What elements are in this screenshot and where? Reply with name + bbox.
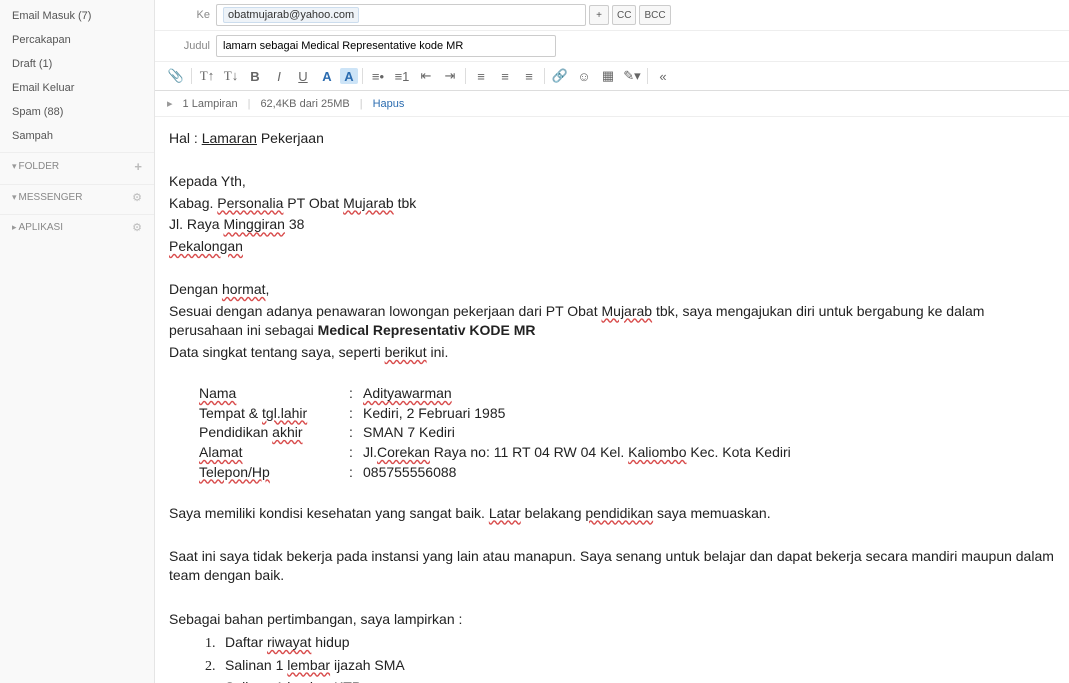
sidebar-inbox[interactable]: Email Masuk (7) [0,4,154,28]
link-icon[interactable]: 🔗 [549,66,571,86]
remove-attachment-link[interactable]: Hapus [373,98,405,110]
to-row: Ke obatmujarab@yahoo.com + CC BCC [155,0,1069,31]
sidebar-draft[interactable]: Draft (1) [0,52,154,76]
attachment-count[interactable]: 1 Lampiran [183,98,238,110]
subject-row: Judul [155,31,1069,62]
insert-icon[interactable]: ▦ [597,66,619,86]
subject-label: Judul [165,40,210,52]
emoji-icon[interactable]: ☺ [573,66,595,86]
format-toolbar: 📎 T↑ T↓ B I U A A ≡• ≡1 ⇤ ⇥ ≡ ≡ ≡ 🔗 ☺ ▦ … [155,62,1069,91]
sidebar: Email Masuk (7) Percakapan Draft (1) Ema… [0,0,155,683]
add-folder-icon[interactable]: + [134,159,142,174]
align-right-icon[interactable]: ≡ [518,66,540,86]
attach-icon[interactable]: 📎 [165,66,187,86]
chevron-down-icon: ▾ [12,161,17,171]
compose-pane: Ke obatmujarab@yahoo.com + CC BCC Judul … [155,0,1069,683]
add-recipient-button[interactable]: + [589,5,609,25]
bullet-list-icon[interactable]: ≡• [367,66,389,86]
section-folder[interactable]: ▾FOLDER + [0,152,154,180]
italic-icon[interactable]: I [268,66,290,86]
chevron-right-icon: ▸ [12,222,17,232]
number-list-icon[interactable]: ≡1 [391,66,413,86]
chevron-down-icon: ▾ [12,192,17,202]
chevron-right-icon: ▸ [167,97,173,110]
gear-icon[interactable]: ⚙ [132,221,142,234]
font-shrink-icon[interactable]: T↓ [220,66,242,86]
align-left-icon[interactable]: ≡ [470,66,492,86]
subject-input[interactable] [216,35,556,57]
sidebar-conversations[interactable]: Percakapan [0,28,154,52]
align-center-icon[interactable]: ≡ [494,66,516,86]
recipient-chip[interactable]: obatmujarab@yahoo.com [223,7,359,23]
to-input[interactable]: obatmujarab@yahoo.com [216,4,586,26]
bold-icon[interactable]: B [244,66,266,86]
collapse-icon[interactable]: « [652,66,674,86]
outdent-icon[interactable]: ⇤ [415,66,437,86]
sidebar-spam[interactable]: Spam (88) [0,100,154,124]
attachment-bar: ▸ 1 Lampiran | 62,4KB dari 25MB | Hapus [155,91,1069,117]
font-grow-icon[interactable]: T↑ [196,66,218,86]
indent-icon[interactable]: ⇥ [439,66,461,86]
section-messenger[interactable]: ▾MESSENGER ⚙ [0,184,154,210]
section-aplikasi[interactable]: ▸APLIKASI ⚙ [0,214,154,240]
gear-icon[interactable]: ⚙ [132,191,142,204]
sidebar-sent[interactable]: Email Keluar [0,76,154,100]
to-label: Ke [165,9,210,21]
underline-icon[interactable]: U [292,66,314,86]
font-color-icon[interactable]: A [316,66,338,86]
bcc-button[interactable]: BCC [639,5,670,25]
cc-button[interactable]: CC [612,5,636,25]
highlight-icon[interactable]: A [340,68,358,84]
message-body[interactable]: Hal : Lamaran Pekerjaan Kepada Yth, Kaba… [155,117,1069,683]
sidebar-trash[interactable]: Sampah [0,124,154,148]
more-format-icon[interactable]: ✎▾ [621,66,643,86]
attachment-size: 62,4KB dari 25MB [260,98,349,110]
